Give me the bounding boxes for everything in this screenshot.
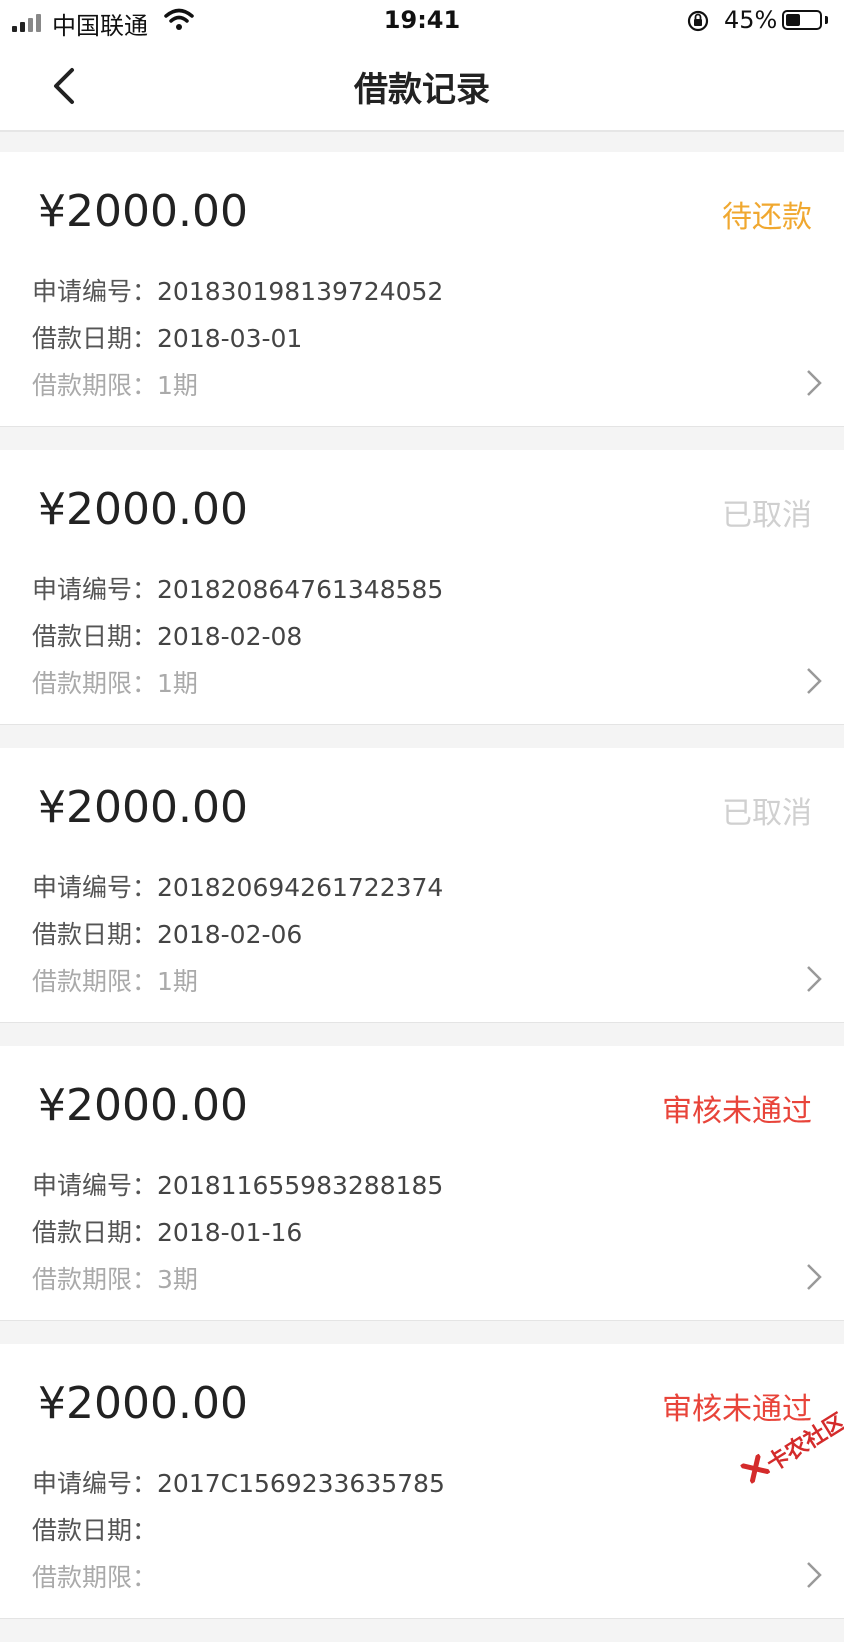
loan-record-card[interactable]: ¥2000.00 审核未通过申请编号：201811655983288185 借款日期… — [0, 1046, 844, 1321]
application-number-label: 申请编号： — [32, 873, 158, 902]
loan-amount: ¥2000.00 — [38, 484, 248, 535]
application-number-row: 申请编号：201820694261722374 — [32, 868, 443, 904]
rotation-lock-icon — [687, 10, 709, 32]
page-title: 借款记录 — [354, 70, 490, 110]
battery-percentage: 45% — [724, 6, 778, 34]
loan-date-row: 借款日期： — [32, 1511, 157, 1547]
loan-amount: ¥2000.00 — [38, 186, 248, 237]
application-number-row: 申请编号：201820864761348585 — [32, 570, 443, 606]
application-number-value: 201820694261722374 — [157, 873, 444, 902]
loan-amount: ¥2000.00 — [38, 1378, 248, 1429]
application-number-label: 申请编号： — [32, 1171, 158, 1200]
loan-record-card[interactable]: ¥2000.00 待还款 申请编号：201830198139724052 借款日期：2… — [0, 152, 844, 427]
loan-record-card[interactable]: ¥2000.00 已取消 申请编号：201820694261722374 借款日期：2… — [0, 748, 844, 1023]
loan-term-value: 3期 — [157, 1265, 198, 1294]
application-number-label: 申请编号： — [32, 1469, 158, 1498]
chevron-right-icon[interactable] — [804, 1560, 824, 1590]
loan-term-label: 借款期限： — [32, 1265, 158, 1294]
loan-amount: ¥2000.00 — [38, 1080, 248, 1131]
application-number-value: 2017C1569233635785 — [157, 1469, 445, 1498]
loan-term-label: 借款期限： — [32, 371, 158, 400]
application-number-label: 申请编号： — [32, 277, 158, 306]
loan-term-row: 借款期限：1期 — [32, 366, 198, 402]
chevron-right-icon[interactable] — [804, 964, 824, 994]
chevron-right-icon[interactable] — [804, 666, 824, 696]
loan-date-label: 借款日期： — [32, 920, 158, 949]
loan-date-row: 借款日期：2018-03-01 — [32, 319, 302, 355]
loan-date-row: 借款日期：2018-01-16 — [32, 1213, 302, 1249]
status-badge: 已取消 — [722, 796, 812, 831]
loan-date-value: 2018-02-08 — [157, 622, 303, 651]
loan-term-label: 借款期限： — [32, 967, 158, 996]
battery-tip — [825, 16, 828, 24]
loan-term-row: 借款期限： — [32, 1558, 157, 1594]
loan-term-row: 借款期限：1期 — [32, 962, 198, 998]
loan-date-label: 借款日期： — [32, 622, 158, 651]
chevron-right-icon[interactable] — [804, 368, 824, 398]
application-number-row: 申请编号：2017C1569233635785 — [32, 1464, 445, 1500]
status-badge: 已取消 — [722, 498, 812, 533]
loan-term-label: 借款期限： — [32, 669, 158, 698]
loan-record-list: ¥2000.00 待还款 申请编号：201830198139724052 借款日期：2… — [0, 152, 844, 1642]
application-number-value: 201820864761348585 — [157, 575, 444, 604]
clock: 19:41 — [383, 6, 461, 34]
loan-date-label: 借款日期： — [32, 324, 158, 353]
application-number-label: 申请编号： — [32, 575, 158, 604]
application-number-value: 201830198139724052 — [157, 277, 444, 306]
loan-term-row: 借款期限：1期 — [32, 664, 198, 700]
loan-record-card[interactable]: ¥2000.00 已取消 申请编号：201820864761348585 借款日期：2… — [0, 450, 844, 725]
loan-date-row: 借款日期：2018-02-08 — [32, 617, 302, 653]
loan-date-value: 2018-01-16 — [157, 1218, 303, 1247]
loan-term-row: 借款期限：3期 — [32, 1260, 198, 1296]
loan-term-value: 1期 — [157, 669, 198, 698]
loan-term-label: 借款期限： — [32, 1563, 158, 1592]
loan-date-value: 2018-03-01 — [157, 324, 303, 353]
status-badge: 审核未通过 — [662, 1094, 812, 1129]
loan-date-row: 借款日期：2018-02-06 — [32, 915, 302, 951]
loan-term-value: 1期 — [157, 967, 198, 996]
battery-icon — [782, 10, 822, 30]
application-number-value: 201811655983288185 — [157, 1171, 444, 1200]
status-bar: 中国联通 19:41 45% — [0, 0, 844, 44]
chevron-right-icon[interactable] — [804, 1262, 824, 1292]
navigation-bar: 借款记录 — [0, 44, 844, 132]
application-number-row: 申请编号：201811655983288185 — [32, 1166, 443, 1202]
status-badge: 待还款 — [722, 200, 812, 235]
loan-term-value: 1期 — [157, 371, 198, 400]
battery-level — [786, 14, 800, 26]
application-number-row: 申请编号：201830198139724052 — [32, 272, 443, 308]
loan-amount: ¥2000.00 — [38, 782, 248, 833]
loan-date-value: 2018-02-06 — [157, 920, 303, 949]
loan-date-label: 借款日期： — [32, 1516, 158, 1545]
loan-record-card[interactable]: ¥2000.00 审核未通过 申请编号：2017C1569233635785 借款日期… — [0, 1344, 844, 1619]
loan-date-label: 借款日期： — [32, 1218, 158, 1247]
